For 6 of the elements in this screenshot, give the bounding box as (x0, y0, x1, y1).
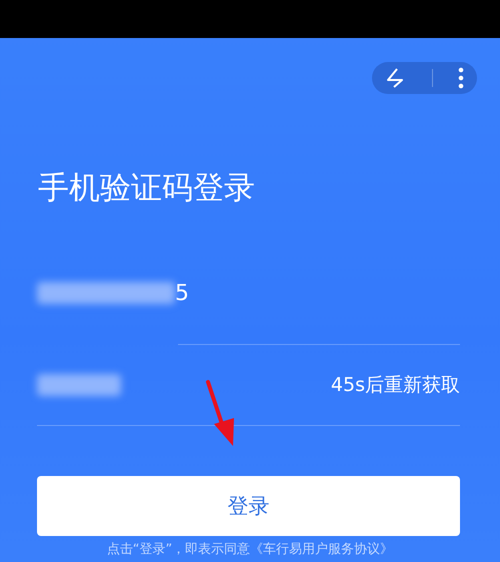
login-button[interactable]: 登录 (37, 476, 460, 536)
more-icon[interactable] (458, 67, 464, 89)
page-title: 手机验证码登录 (38, 169, 256, 208)
phone-number[interactable]: 5 (175, 280, 189, 306)
resend-countdown[interactable]: 45s后重新获取 (330, 372, 460, 398)
agreement-text: 点击“登录”，即表示同意《车行易用户服务协议》 (106, 541, 394, 558)
